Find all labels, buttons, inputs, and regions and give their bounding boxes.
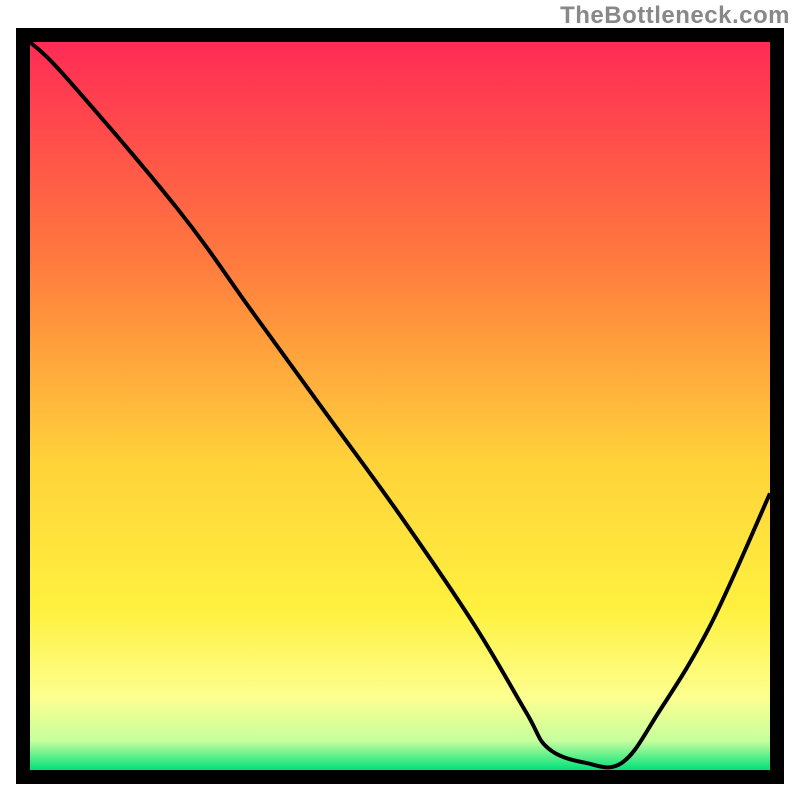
gradient-rect (30, 42, 770, 770)
optimal-marker (563, 758, 607, 770)
watermark-text: TheBottleneck.com (560, 2, 790, 30)
curve-path (30, 42, 770, 767)
gradient-background (30, 42, 770, 770)
plot-frame (16, 28, 784, 784)
chart-container: TheBottleneck.com (0, 0, 800, 800)
bottleneck-curve (30, 42, 770, 770)
plot-area (30, 42, 770, 770)
